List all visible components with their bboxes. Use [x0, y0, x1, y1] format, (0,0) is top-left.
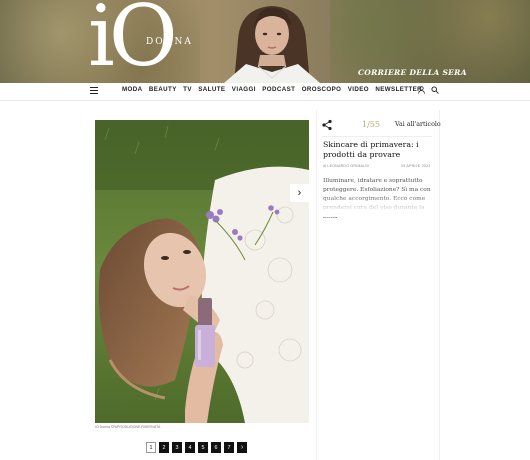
page-7-button[interactable]: 7	[224, 442, 234, 453]
gallery-title: Skincare di primavera: i prodotti da pro…	[323, 140, 419, 159]
header-banner: iO DONNA CORRIERE DELLA SERA	[0, 0, 530, 83]
share-icon[interactable]	[321, 119, 333, 131]
nav-item-moda[interactable]: MODA	[122, 86, 143, 93]
article-date: 15 APRILE 2023	[401, 164, 431, 168]
page-2-button[interactable]: 2	[159, 442, 169, 453]
gallery-info-panel	[316, 110, 440, 460]
nav-item-podcast[interactable]: PODCAST	[262, 86, 295, 93]
main-nav: MODA BEAUTY TV SALUTE VIAGGI PODCAST ORO…	[122, 86, 428, 93]
nav-item-video[interactable]: VIDEO	[348, 86, 369, 93]
page-5-button[interactable]: 5	[198, 442, 208, 453]
next-page-button[interactable]: ›	[237, 442, 247, 453]
banner-model-image	[224, 6, 320, 83]
photo-credit: IO Donna ©RIPRODUZIONE RISERVATA	[95, 425, 161, 429]
page-4-button[interactable]: 4	[185, 442, 195, 453]
slide-counter: 1/55	[362, 120, 380, 129]
nav-item-oroscopo[interactable]: OROSCOPO	[302, 86, 342, 93]
gallery-photo[interactable]	[95, 120, 309, 423]
nav-item-viaggi[interactable]: VIAGGI	[232, 86, 256, 93]
user-icon[interactable]	[418, 86, 425, 94]
header-divider	[0, 100, 530, 101]
description-fade	[320, 195, 436, 217]
nav-item-newsletter[interactable]: NEWSLETTER	[375, 86, 422, 93]
nav-item-tv[interactable]: TV	[183, 86, 192, 93]
goto-article-link[interactable]: Vai all'articolo	[395, 121, 441, 128]
page-3-button[interactable]: 3	[172, 442, 182, 453]
nav-item-salute[interactable]: SALUTE	[198, 86, 225, 93]
nav-item-beauty[interactable]: BEAUTY	[149, 86, 177, 93]
next-slide-button[interactable]: ›	[290, 184, 309, 202]
menu-icon[interactable]	[90, 87, 98, 94]
panel-divider	[322, 136, 432, 137]
gallery-photo-illustration	[95, 120, 309, 423]
publisher-logo[interactable]: CORRIERE DELLA SERA	[358, 68, 467, 77]
pagination: 1 2 3 4 5 6 7 ›	[146, 442, 250, 453]
search-icon[interactable]	[431, 86, 439, 94]
page-1-button[interactable]: 1	[146, 442, 156, 453]
logo-donna: DONNA	[146, 37, 193, 47]
page-6-button[interactable]: 6	[211, 442, 221, 453]
article-author[interactable]: di LEONARDO GRIMALDI	[323, 164, 369, 168]
chevron-right-icon: ›	[297, 187, 302, 199]
